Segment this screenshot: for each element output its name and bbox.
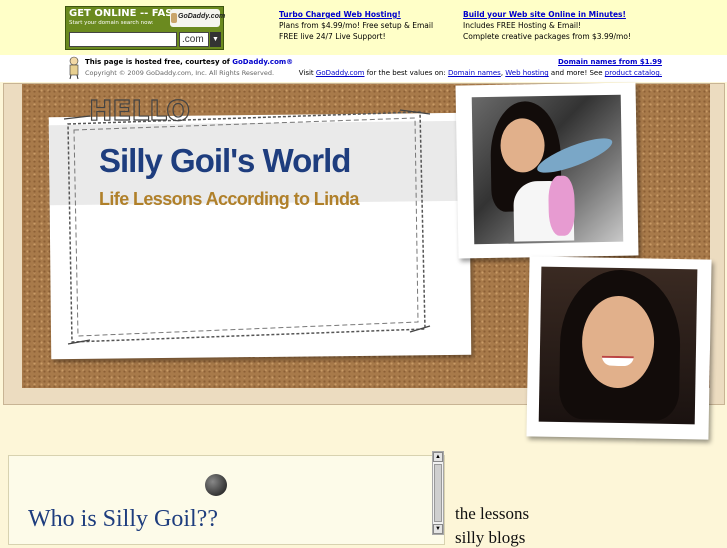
scroll-thumb[interactable] [434, 464, 442, 522]
photo-image [538, 266, 698, 425]
web-hosting-link[interactable]: Web hosting [505, 69, 548, 77]
nav-item-lessons[interactable]: the lessons [455, 504, 529, 524]
copyright: Copyright © 2009 GoDaddy.com, Inc. All R… [85, 69, 275, 77]
domain-names-link[interactable]: Domain names from $1.99 [558, 58, 662, 66]
godaddy-logo[interactable]: GoDaddy.com [170, 9, 225, 27]
content-heading: Who is Silly Goil?? [28, 506, 218, 532]
scribble-frame [63, 109, 431, 345]
godaddy-mascot-icon [69, 56, 79, 80]
product-catalog-link[interactable]: product catalog. [605, 69, 662, 77]
ad-hosting-line1: Plans from $4.99/mo! Free setup & Email [279, 21, 434, 30]
photo-image [471, 94, 624, 245]
domain-search-input[interactable] [69, 32, 177, 47]
site-title: Silly Goil's World [99, 142, 351, 179]
hello-scribble: HELLO [88, 93, 190, 127]
hello-text: HELLO [89, 94, 190, 127]
site-tagline: Life Lessons According to Linda [99, 189, 359, 209]
content-scrollbar[interactable]: ▲ ▼ [432, 451, 444, 535]
ad-website: Build your Web site Online in Minutes! I… [463, 9, 631, 42]
scroll-down-icon[interactable]: ▼ [433, 524, 443, 534]
visit-prefix: Visit [298, 69, 316, 77]
ad-banner: GET ONLINE -- FAST! Start your domain se… [0, 0, 727, 55]
ad-hosting: Turbo Charged Web Hosting! Plans from $4… [279, 9, 433, 42]
visit-godaddy-link[interactable]: GoDaddy.com [316, 69, 365, 77]
domain-search-widget: GET ONLINE -- FAST! Start your domain se… [65, 6, 225, 50]
hosted-strip: This page is hosted free, courtesy of Go… [0, 55, 727, 82]
scroll-up-icon[interactable]: ▲ [433, 452, 443, 462]
globe-icon [205, 474, 227, 496]
ad-hosting-link[interactable]: Turbo Charged Web Hosting! [279, 10, 401, 19]
hosted-notice: This page is hosted free, courtesy of Go… [85, 58, 293, 66]
ad-hosting-line2: FREE live 24/7 Live Support! [279, 32, 386, 41]
visit-notice: Visit GoDaddy.com for the best values on… [299, 69, 662, 77]
visit-mid: for the best values on: [364, 69, 448, 77]
photo-polaroid-1 [455, 82, 639, 259]
domain-search-subtitle: Start your domain search now: [69, 20, 154, 26]
nav-item-blogs[interactable]: silly blogs [455, 528, 525, 548]
domain-names-text-link[interactable]: Domain names [448, 69, 501, 77]
hosted-godaddy-link[interactable]: GoDaddy.com® [232, 58, 293, 66]
visit-more: and more! See [548, 69, 605, 77]
hosted-notice-text: This page is hosted free, courtesy of [85, 58, 233, 66]
ad-website-link[interactable]: Build your Web site Online in Minutes! [463, 10, 626, 19]
chevron-down-icon[interactable]: ▼ [210, 32, 221, 47]
domain-search-title: GET ONLINE -- FAST! [69, 8, 184, 19]
ad-website-line2: Complete creative packages from $3.99/mo… [463, 32, 631, 41]
tld-select[interactable]: .com [179, 32, 209, 47]
ad-website-line1: Includes FREE Hosting & Email! [463, 21, 582, 30]
photo-polaroid-2 [526, 256, 712, 440]
